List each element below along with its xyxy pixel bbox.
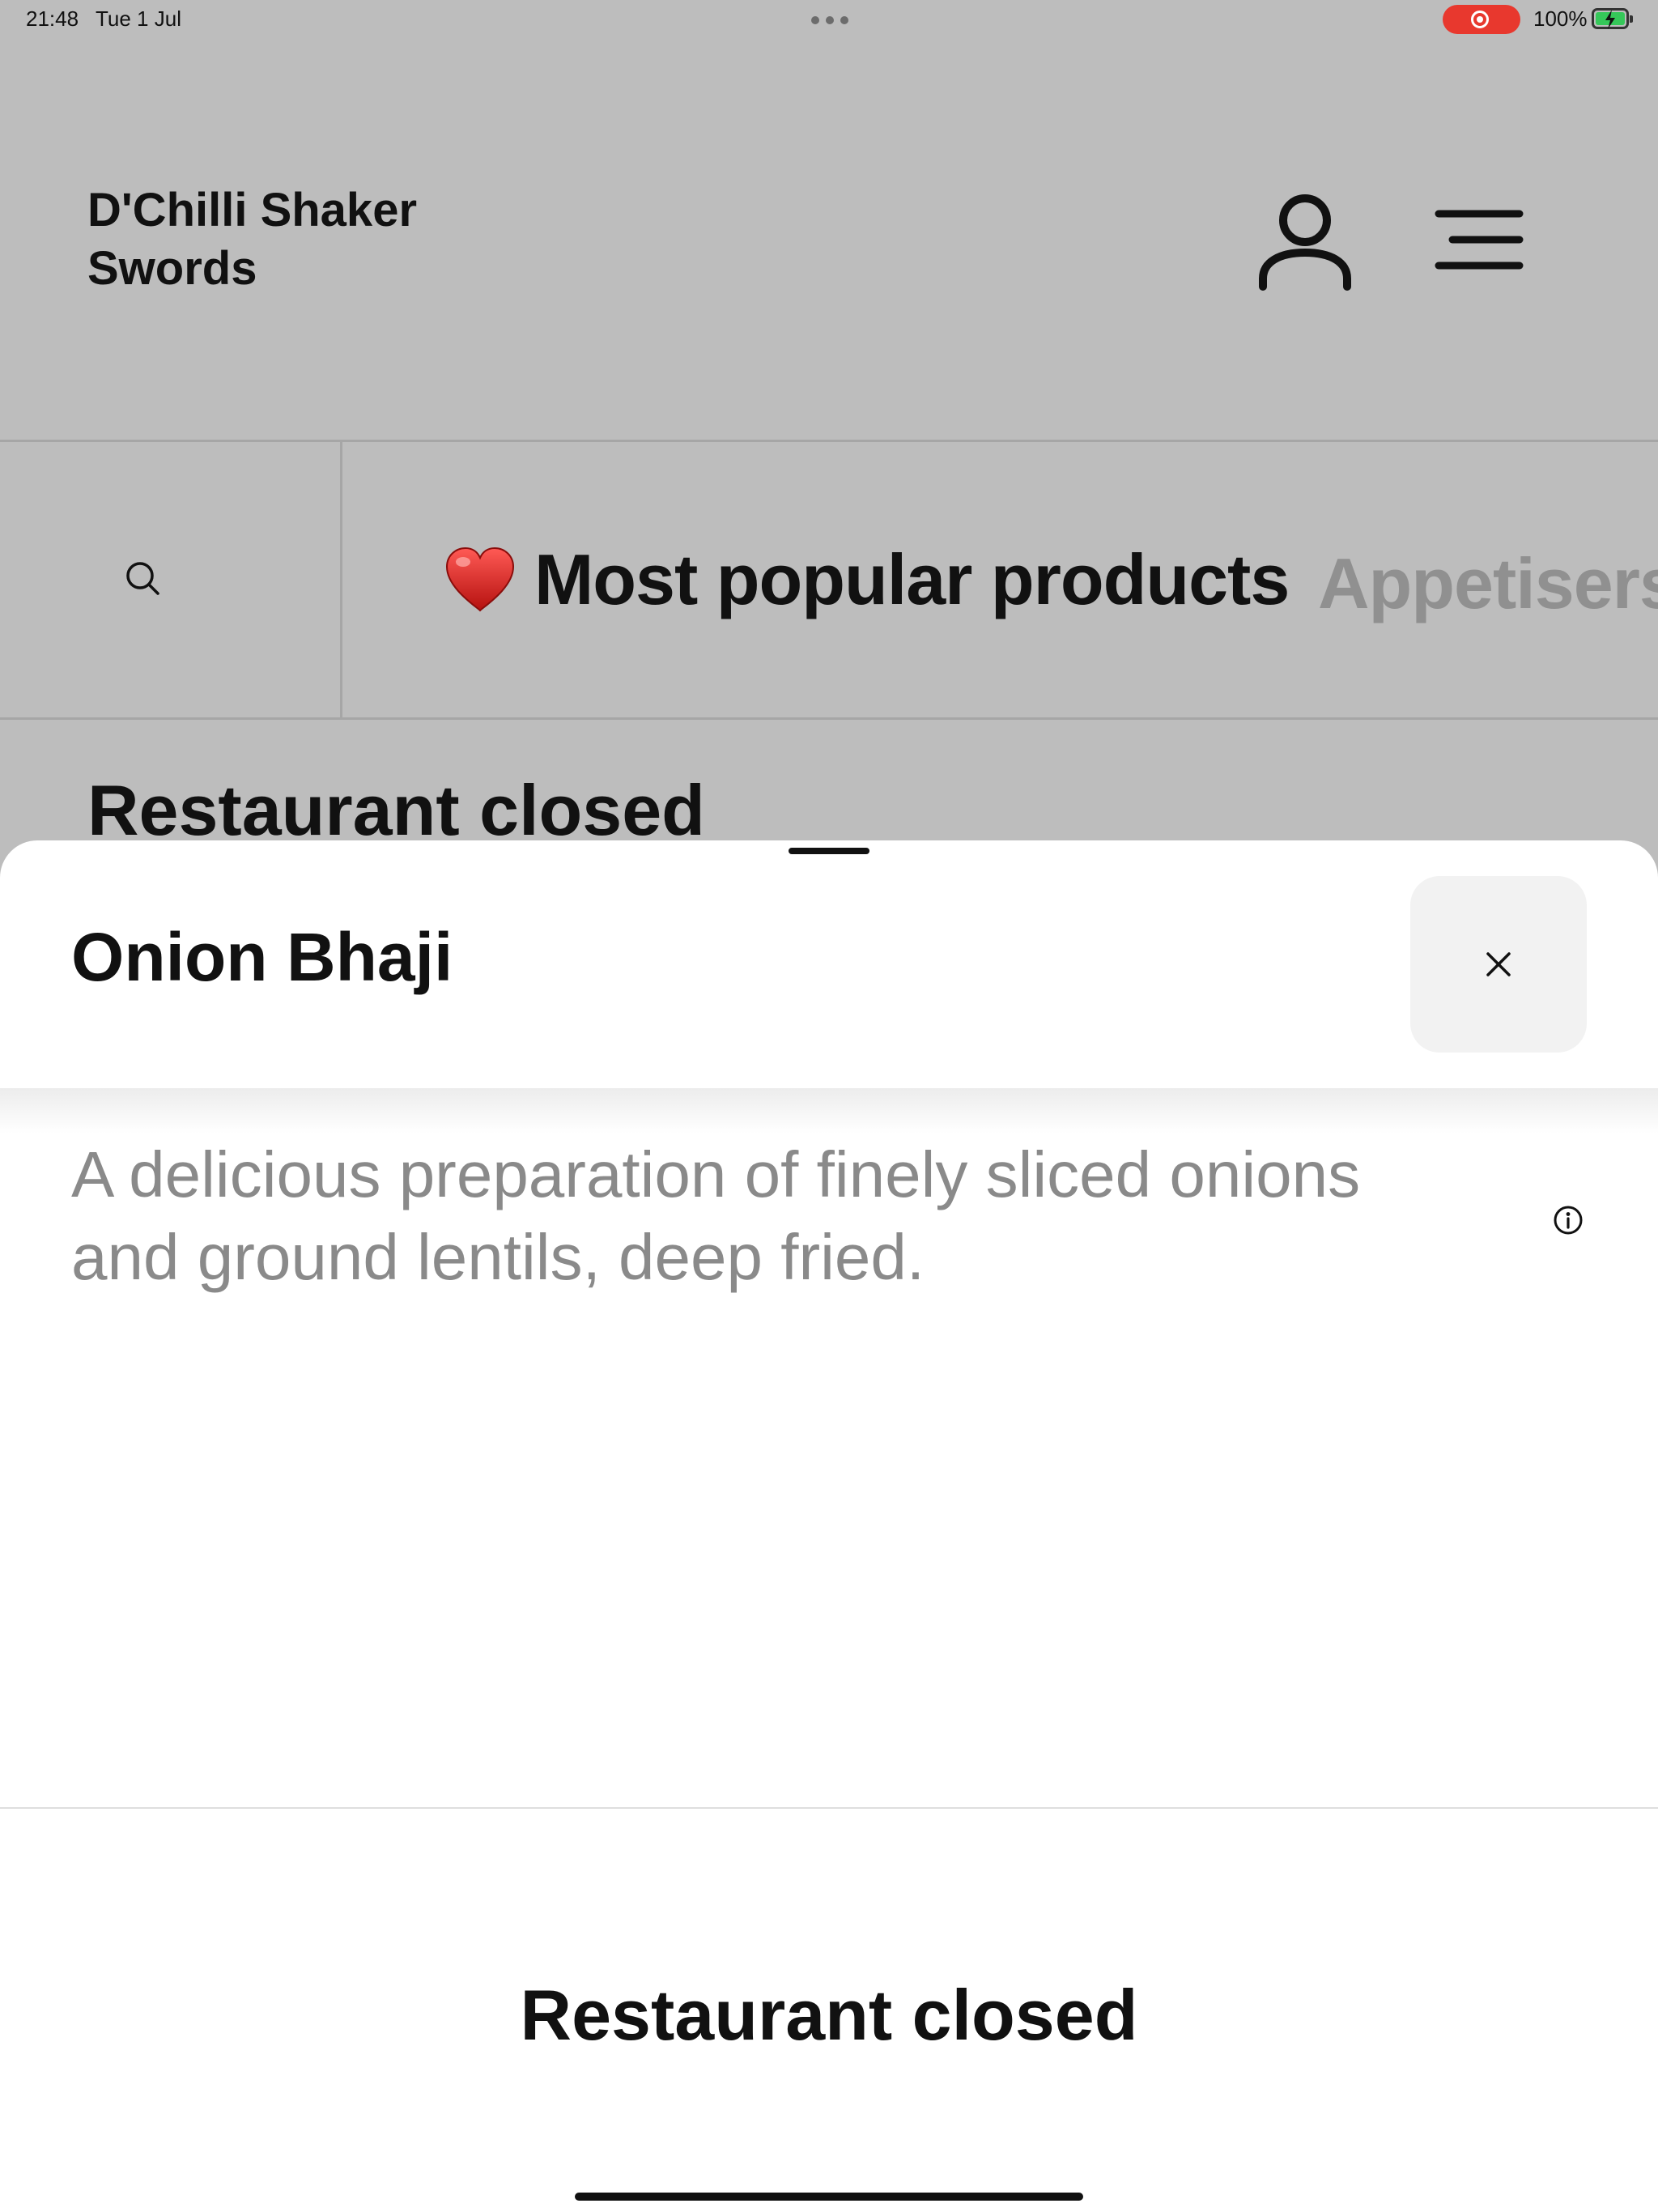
search-button[interactable] [0,442,342,717]
product-description: A delicious preparation of finely sliced… [71,1138,1361,1293]
tab-most-popular-products[interactable]: Most popular products [444,538,1290,621]
restaurant-closed-footer: Restaurant closed [520,1975,1138,2055]
info-icon[interactable] [1553,1205,1584,1236]
status-bar: 21:48 Tue 1 Jul 100% [0,0,1658,39]
hamburger-menu-icon [1435,210,1524,270]
status-time: 21:48 [26,6,79,31]
sheet-grabber[interactable] [789,848,869,854]
store-name: D'Chilli Shaker Swords [87,184,418,295]
product-title: Onion Bhaji [71,919,453,995]
restaurant-closed-banner: Restaurant closed [87,770,705,850]
screen-recording-icon[interactable] [1443,5,1520,34]
charging-bolt-icon [1605,10,1615,29]
account-button[interactable] [1256,188,1354,293]
close-button[interactable] [1410,876,1587,1053]
tab-appetisers[interactable]: Appetisers [1318,542,1658,625]
red-heart-icon [445,547,515,612]
battery-icon [1592,8,1633,29]
close-icon [1486,952,1511,976]
header-shadow [0,1088,1658,1134]
menu-button[interactable] [1435,206,1524,274]
battery-percent: 100% [1533,6,1588,31]
person-icon [1259,194,1351,291]
category-bar: Most popular products Appetisers [0,440,1658,720]
multitasking-dots-icon[interactable] [811,16,848,24]
product-detail-sheet: Onion Bhaji A delicious preparation of f… [0,840,1658,2212]
status-date: Tue 1 Jul [96,6,181,31]
home-indicator[interactable] [575,2193,1083,2201]
sheet-divider [0,1807,1658,1809]
tab-label: Most popular products [534,539,1290,619]
search-icon [126,562,159,595]
